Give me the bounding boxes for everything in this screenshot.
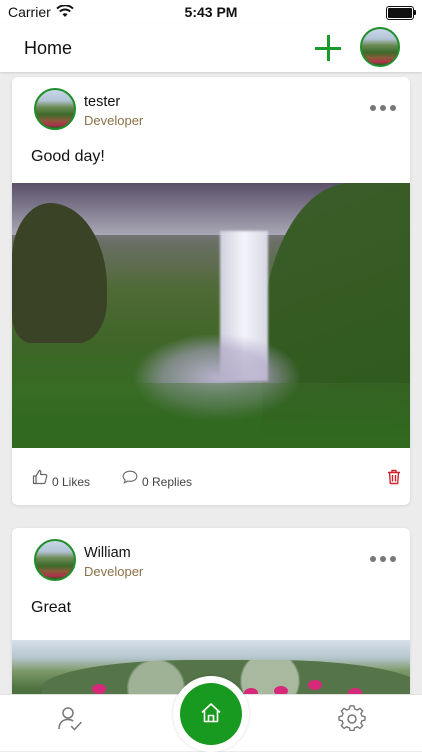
more-options-button[interactable] [370, 556, 396, 564]
profile-check-icon[interactable] [56, 705, 84, 733]
clock: 5:43 PM [184, 4, 238, 20]
author-role: Developer [84, 564, 144, 579]
author-name[interactable]: tester [84, 94, 120, 110]
grass [12, 383, 410, 448]
dot-icon [370, 556, 376, 562]
reply-count[interactable]: 0 Replies [142, 475, 192, 489]
post-actions: 0 Likes 0 Replies [12, 449, 410, 505]
dot-icon [370, 105, 376, 111]
thumbs-up-icon[interactable] [32, 469, 48, 485]
trash-icon[interactable] [387, 469, 401, 485]
author-avatar[interactable] [34, 88, 76, 130]
post-card: William Developer Great [12, 528, 410, 694]
dot-icon [380, 105, 386, 111]
post-image[interactable] [12, 183, 410, 448]
gear-icon[interactable] [338, 705, 366, 733]
dot-icon [390, 105, 396, 111]
page-title: Home [24, 38, 73, 58]
post-text: Good day! [31, 148, 105, 165]
like-count[interactable]: 0 Likes [52, 475, 90, 489]
author-avatar[interactable] [34, 539, 76, 581]
status-bar: Carrier 5:43 PM [0, 0, 422, 24]
post-feed[interactable]: tester Developer Good day! 0 Likes 0 Rep… [0, 72, 422, 694]
battery-icon [386, 6, 416, 20]
profile-avatar[interactable] [360, 27, 400, 67]
more-options-button[interactable] [370, 105, 396, 113]
post-card: tester Developer Good day! 0 Likes 0 Rep… [12, 77, 410, 505]
flower [274, 686, 288, 694]
navigation-bar: Home [0, 24, 422, 72]
home-tab-button[interactable] [180, 683, 242, 745]
flower [92, 684, 106, 694]
flower [308, 680, 322, 690]
author-name[interactable]: William [84, 545, 131, 561]
add-post-button[interactable] [314, 34, 342, 62]
dot-icon [390, 556, 396, 562]
home-icon [201, 703, 221, 723]
dot-icon [380, 556, 386, 562]
author-role: Developer [84, 113, 144, 128]
post-text: Great [31, 599, 72, 616]
comment-icon[interactable] [122, 470, 138, 484]
